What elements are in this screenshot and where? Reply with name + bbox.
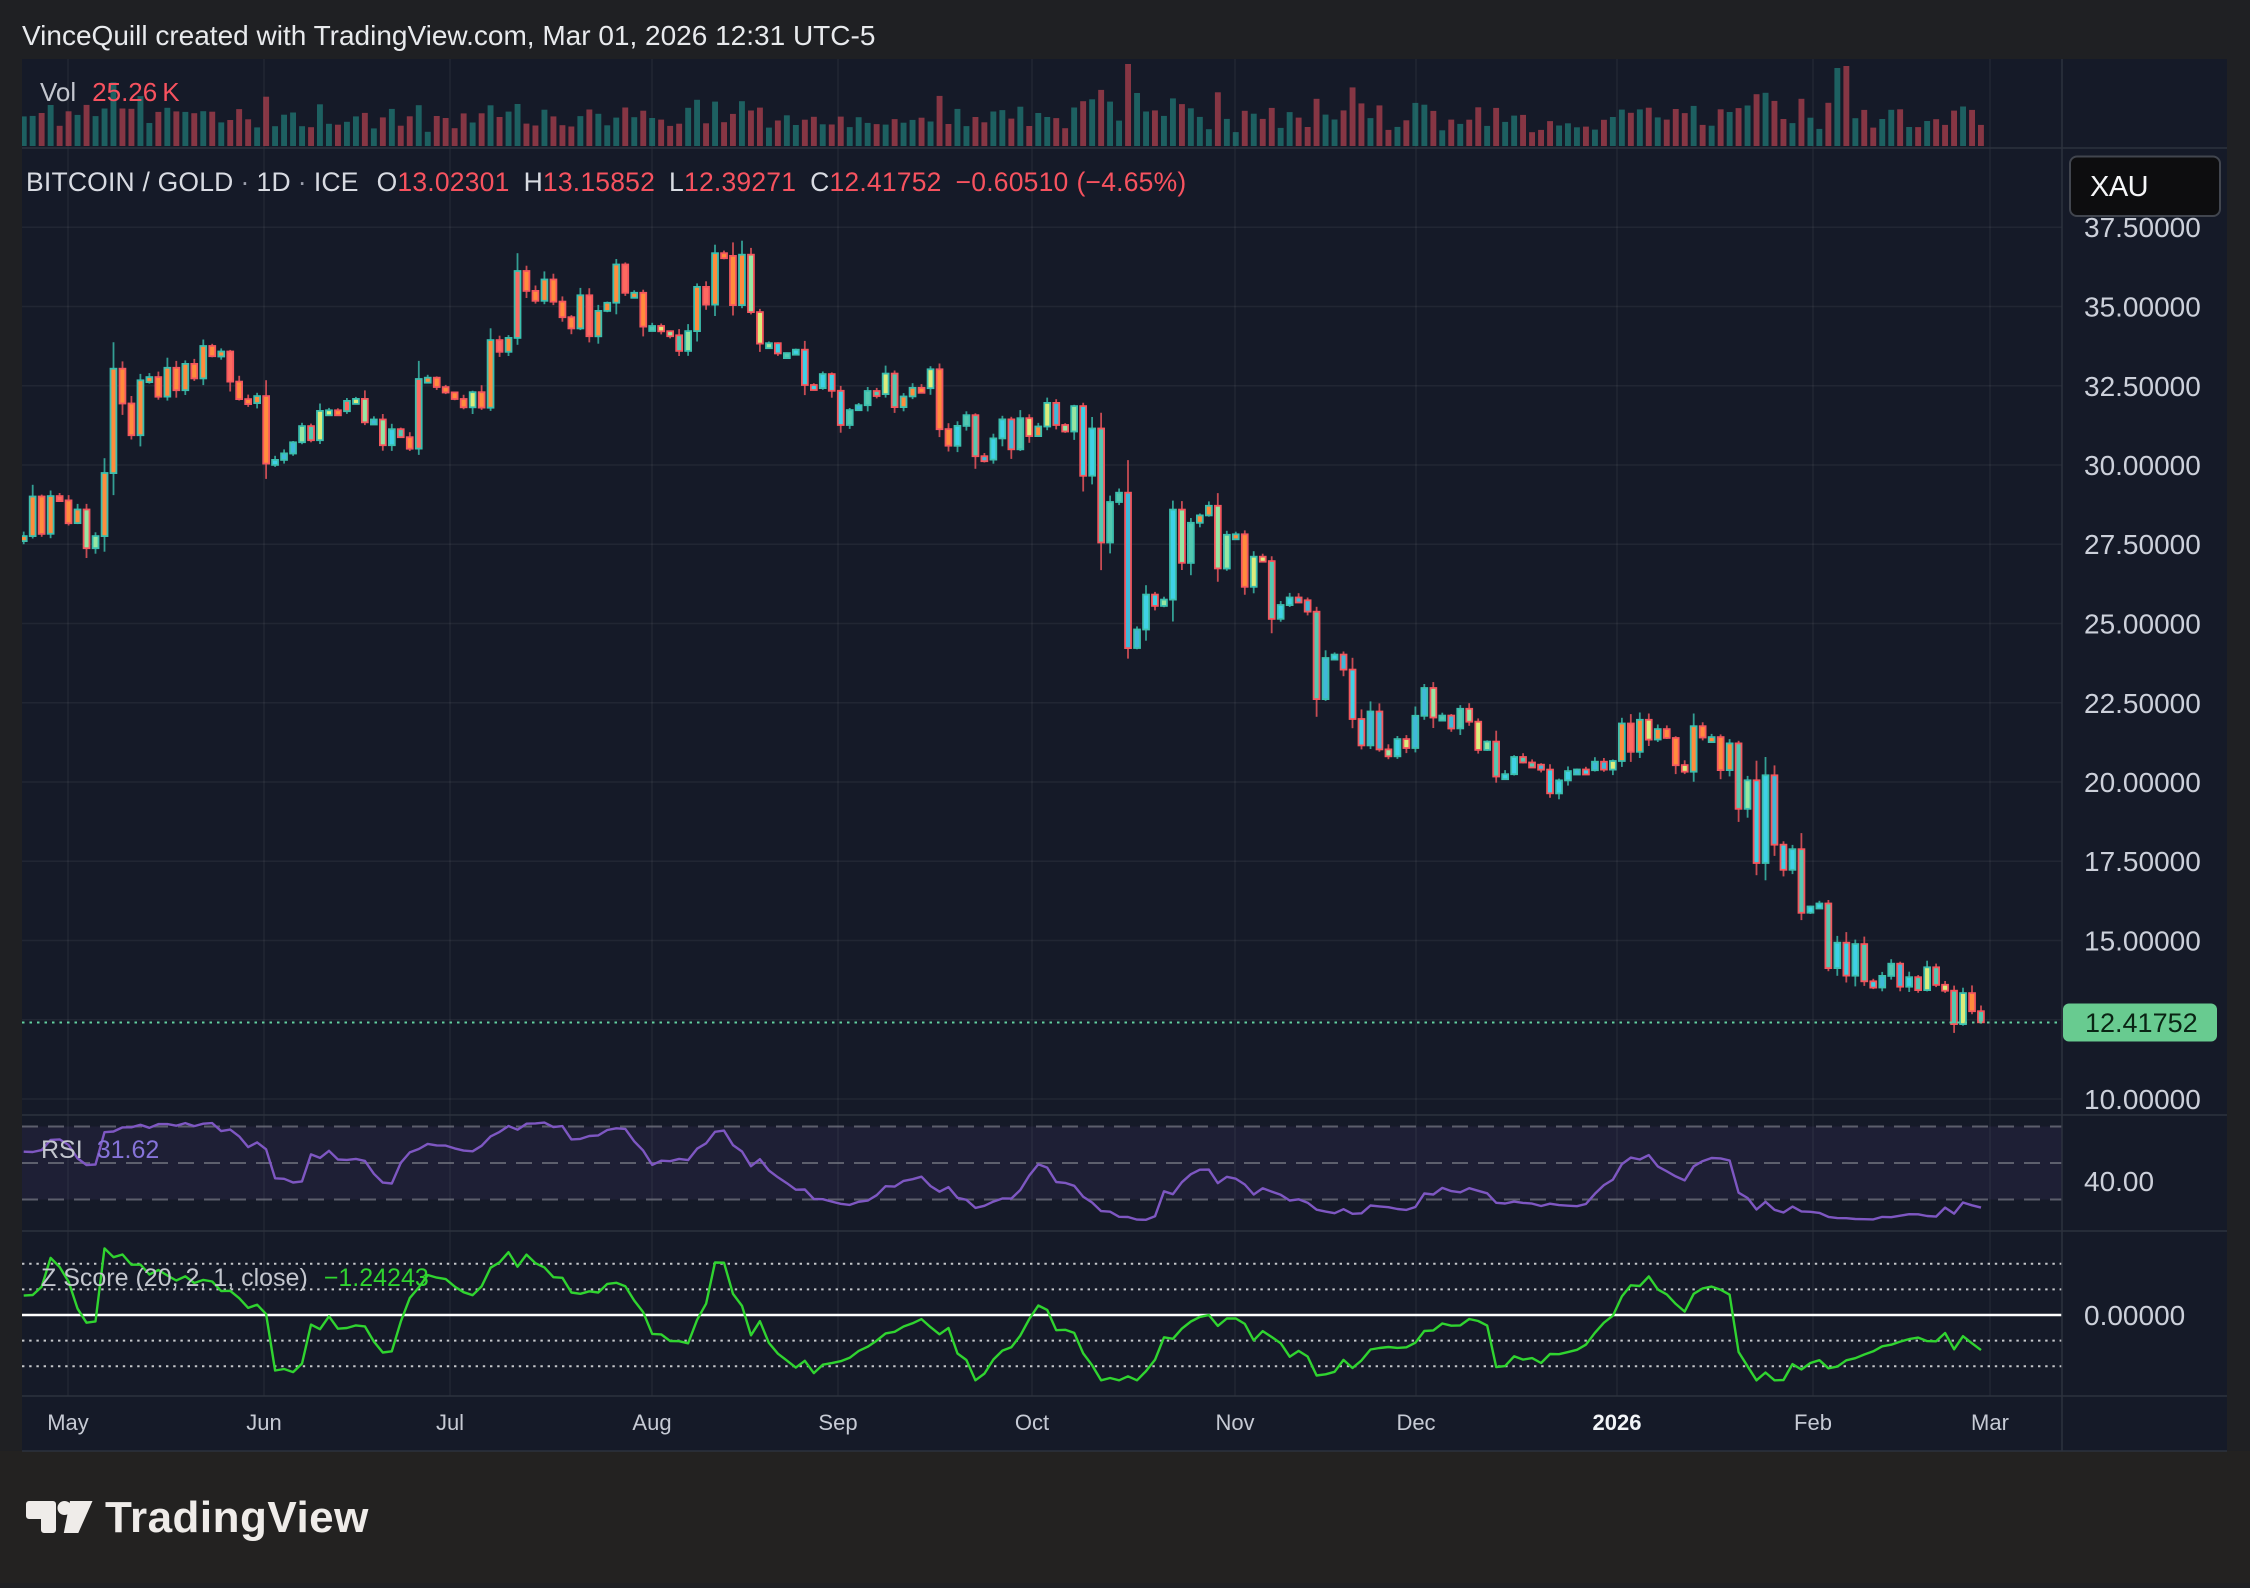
svg-text:Feb: Feb [1794,1410,1832,1435]
svg-text:22.50000: 22.50000 [2084,688,2201,719]
svg-text:Jun: Jun [246,1410,281,1435]
svg-text:RSI31.62: RSI 31.62 [41,1136,159,1164]
svg-text:Aug: Aug [632,1410,671,1435]
svg-text:VinceQuill created with Tradin: VinceQuill created with TradingView.com,… [22,20,875,51]
svg-text:2026: 2026 [1593,1410,1642,1435]
svg-text:TradingView: TradingView [105,1493,369,1542]
svg-text:Jul: Jul [436,1410,464,1435]
svg-text:20.00000: 20.00000 [2084,767,2201,798]
svg-text:Mar: Mar [1971,1410,2009,1435]
svg-text:40.00: 40.00 [2084,1166,2154,1197]
svg-text:May: May [47,1410,89,1435]
svg-text:XAU: XAU [2090,171,2148,203]
svg-text:Sep: Sep [818,1410,857,1435]
svg-text:15.00000: 15.00000 [2084,926,2201,957]
svg-text:17.50000: 17.50000 [2084,846,2201,877]
svg-text:BITCOIN / GOLD·1D·ICEO13.02301: BITCOIN / GOLD · 1D · ICE O13.02301 H13.15852 L… [26,167,1186,197]
svg-text:Z Score (20, 2, 1, close)−1.24: Z Score (20, 2, 1, close) −1.24243 [41,1264,429,1292]
svg-text:30.00000: 30.00000 [2084,450,2201,481]
svg-text:10.00000: 10.00000 [2084,1084,2201,1115]
svg-text:0.00000: 0.00000 [2084,1300,2185,1331]
svg-text:Dec: Dec [1396,1410,1435,1435]
svg-text:25.00000: 25.00000 [2084,609,2201,640]
svg-text:Oct: Oct [1015,1410,1049,1435]
svg-text:35.00000: 35.00000 [2084,292,2201,323]
svg-text:32.50000: 32.50000 [2084,371,2201,402]
svg-text:12.41752: 12.41752 [2085,1008,2198,1038]
svg-text:Nov: Nov [1215,1410,1254,1435]
svg-text:27.50000: 27.50000 [2084,529,2201,560]
